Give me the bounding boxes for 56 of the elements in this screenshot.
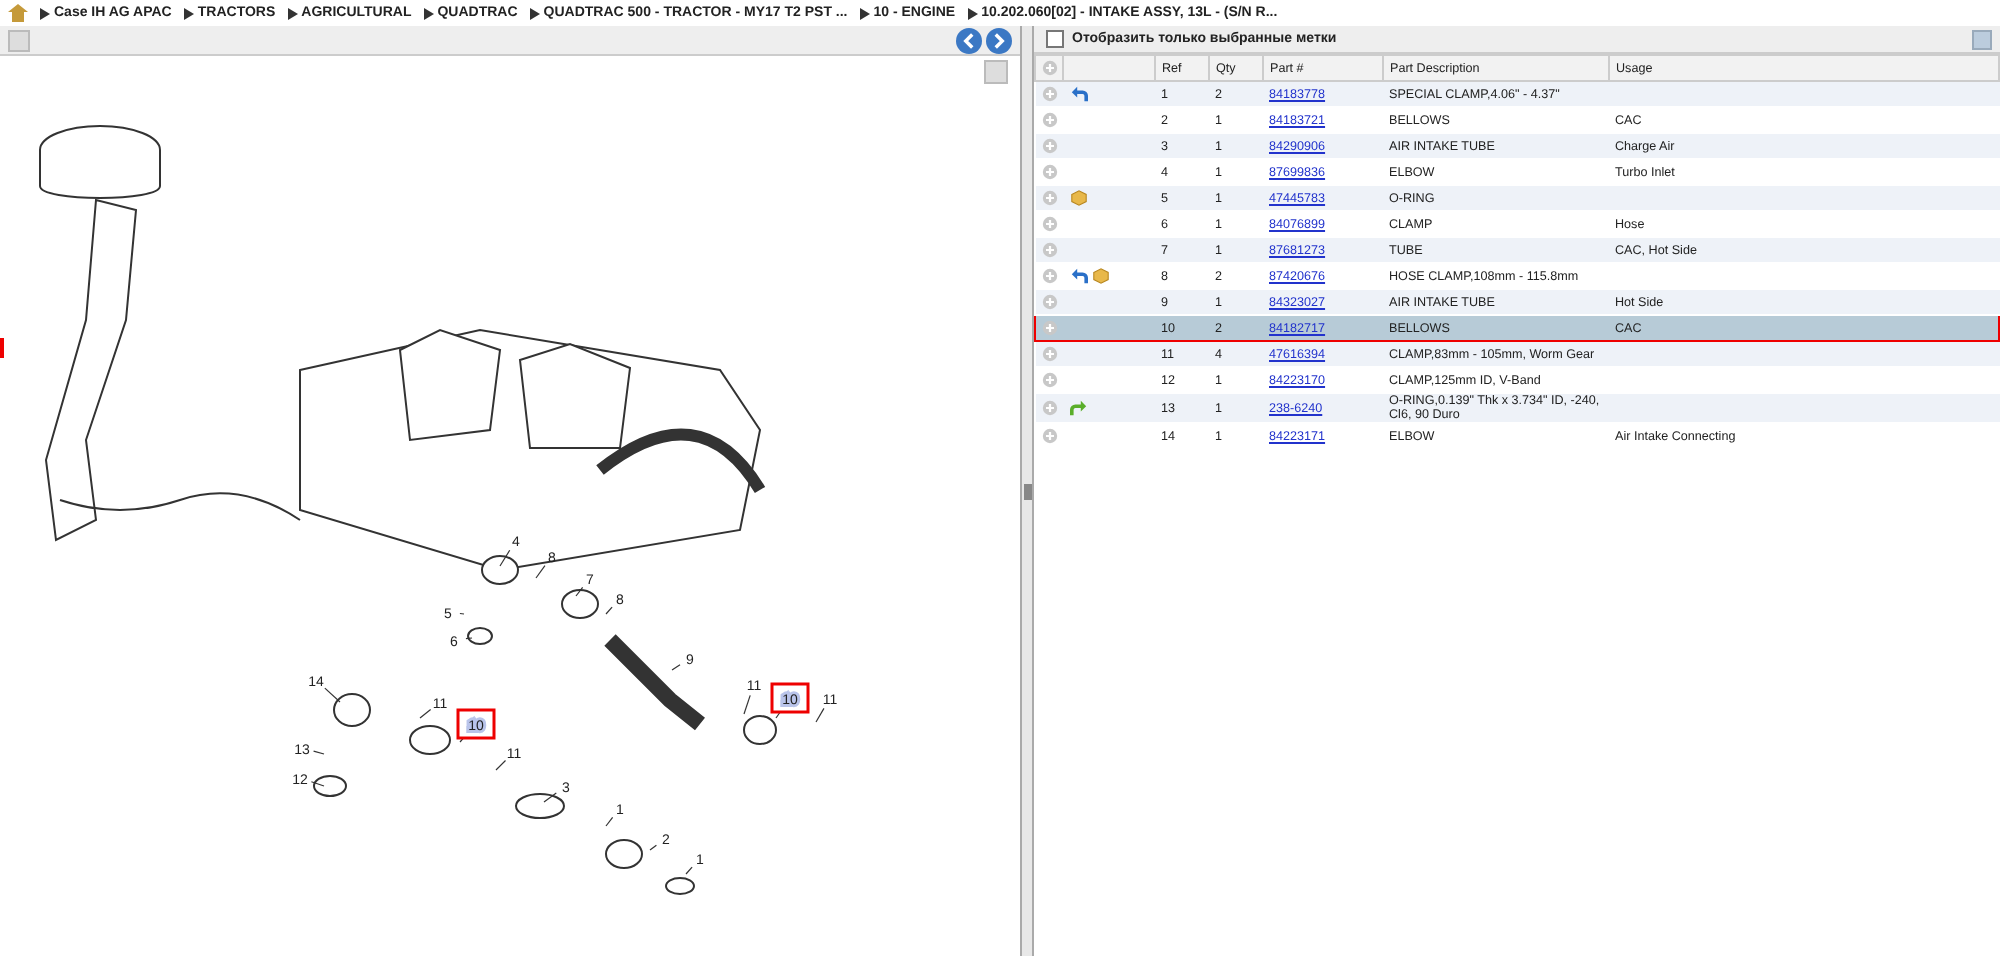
triangle-icon bbox=[40, 7, 50, 19]
leader-line bbox=[605, 816, 614, 827]
leader-line bbox=[743, 694, 751, 715]
add-icon[interactable] bbox=[1041, 346, 1057, 362]
pin-button[interactable] bbox=[8, 29, 30, 51]
scroll-button[interactable] bbox=[984, 60, 1008, 84]
leader-line bbox=[649, 844, 657, 851]
position-marker bbox=[0, 338, 4, 358]
leader-line bbox=[310, 781, 325, 787]
leader-line bbox=[312, 750, 325, 755]
triangle-icon bbox=[967, 7, 978, 19]
add-icon[interactable] bbox=[1041, 242, 1057, 258]
triangle-icon bbox=[859, 7, 870, 19]
add-icon[interactable] bbox=[1042, 320, 1058, 336]
triangle-icon bbox=[287, 7, 298, 19]
columns-icon[interactable] bbox=[1972, 29, 1992, 49]
triangle-icon bbox=[423, 7, 434, 19]
add-icon[interactable] bbox=[1041, 164, 1057, 180]
leader-line bbox=[575, 586, 584, 597]
filter-checkbox[interactable] bbox=[1046, 30, 1064, 48]
back-icon[interactable] bbox=[956, 27, 982, 53]
triangle-icon bbox=[529, 7, 540, 19]
add-icon[interactable] bbox=[1041, 138, 1057, 154]
return-arrow-icon bbox=[1069, 86, 1087, 102]
add-icon[interactable] bbox=[1041, 400, 1057, 416]
leader-line bbox=[535, 565, 546, 579]
add-icon[interactable] bbox=[1041, 86, 1057, 102]
package-icon bbox=[1091, 268, 1109, 284]
leader-line bbox=[465, 637, 473, 640]
leader-line bbox=[499, 549, 511, 567]
home-icon[interactable] bbox=[8, 4, 28, 22]
leader-line bbox=[605, 606, 613, 615]
return-arrow-icon bbox=[1069, 268, 1087, 284]
leader-line bbox=[775, 712, 781, 719]
forward-arrow-icon bbox=[1069, 400, 1087, 416]
package-icon bbox=[1069, 190, 1087, 206]
splitter-handle[interactable] bbox=[1023, 483, 1031, 499]
leader-line bbox=[459, 736, 465, 743]
add-icon[interactable] bbox=[1041, 190, 1057, 206]
add-icon[interactable] bbox=[1041, 372, 1057, 388]
add-icon[interactable] bbox=[1041, 294, 1057, 310]
leader-line bbox=[324, 687, 341, 703]
leader-line bbox=[419, 708, 432, 719]
add-icon[interactable] bbox=[1042, 60, 1058, 76]
add-icon[interactable] bbox=[1041, 112, 1057, 128]
leader-line bbox=[543, 792, 557, 803]
add-icon[interactable] bbox=[1041, 216, 1057, 232]
leader-line bbox=[459, 612, 465, 615]
leader-line bbox=[671, 664, 681, 671]
add-icon[interactable] bbox=[1041, 428, 1057, 444]
add-icon[interactable] bbox=[1041, 268, 1057, 284]
leader-line bbox=[685, 866, 693, 875]
leader-line bbox=[815, 707, 825, 723]
leader-line bbox=[495, 759, 507, 771]
forward-icon[interactable] bbox=[986, 27, 1012, 53]
triangle-icon bbox=[183, 7, 194, 19]
